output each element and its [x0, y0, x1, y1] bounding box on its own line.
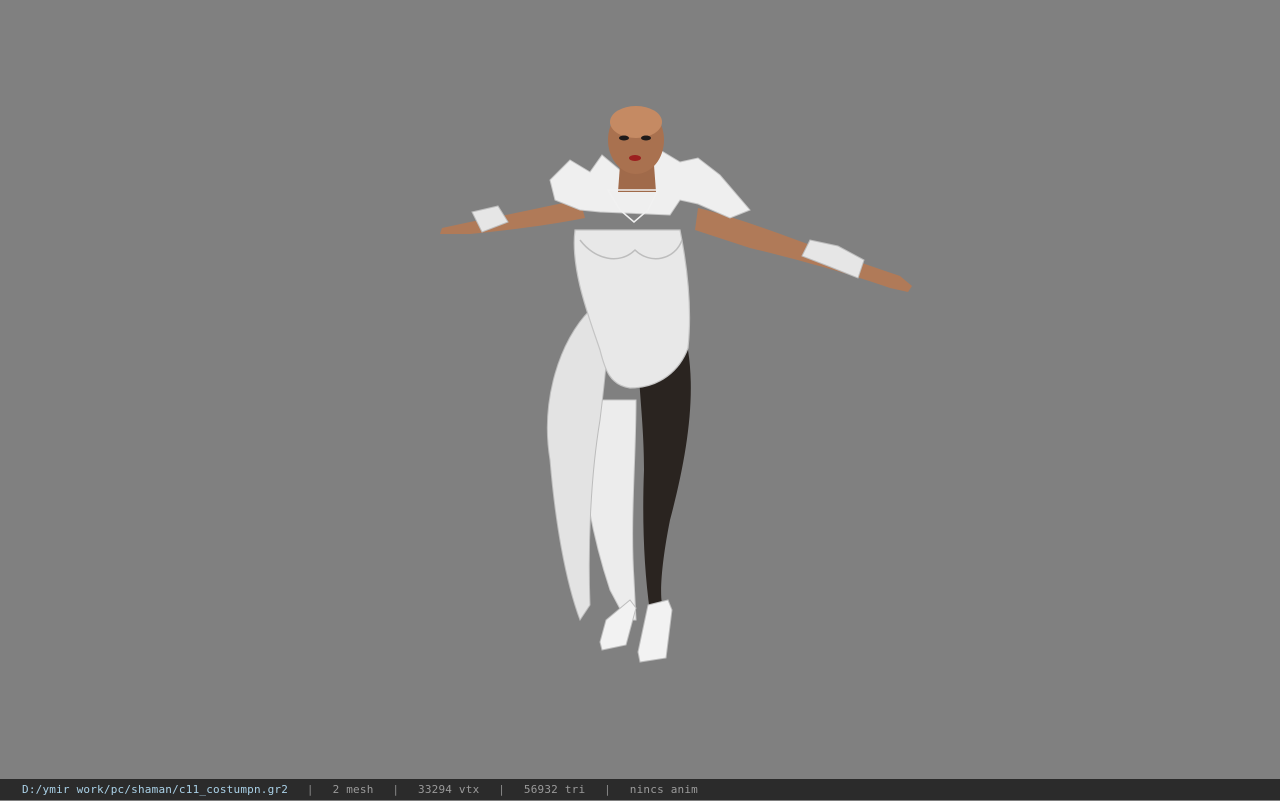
triangle-count: 56932 tri: [523, 783, 586, 796]
left-shoe: [599, 599, 637, 651]
separator: |: [306, 783, 314, 796]
left-eye: [619, 135, 629, 141]
right-arm: [695, 208, 912, 292]
status-bar: D:/ymir work/pc/shaman/c11_costumpn.gr2 …: [0, 779, 1280, 800]
mesh-count: 2 mesh: [332, 783, 374, 796]
separator: |: [498, 783, 506, 796]
right-eye: [641, 135, 651, 141]
separator: |: [604, 783, 611, 796]
left-arm: [440, 200, 585, 234]
right-wrist-cuff: [801, 239, 865, 279]
anim-status: nincs anim: [629, 783, 699, 796]
3d-viewport[interactable]: [0, 0, 1280, 779]
black-stocking-leg: [638, 350, 691, 612]
vertex-count: 33294 vtx: [418, 783, 480, 796]
file-path: D:/ymir work/pc/shaman/c11_costumpn.gr2: [22, 783, 289, 796]
character-model[interactable]: [430, 100, 930, 670]
separator: |: [392, 783, 400, 796]
right-shoe: [637, 599, 673, 663]
head-cap: [610, 106, 662, 138]
lips: [629, 155, 641, 161]
